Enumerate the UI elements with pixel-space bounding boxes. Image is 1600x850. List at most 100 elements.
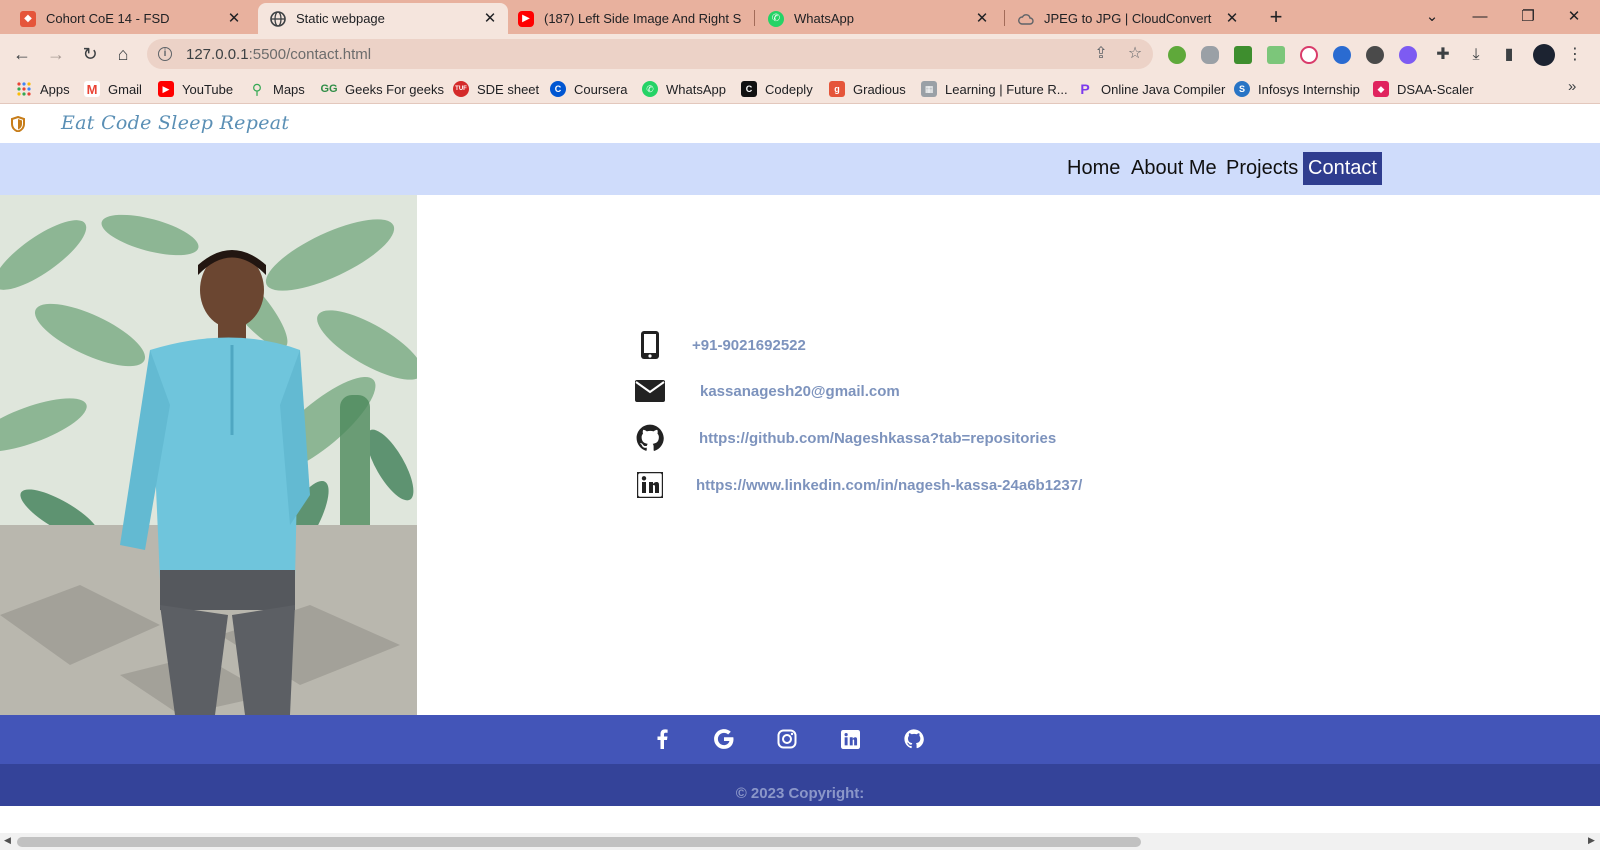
brand-logo-text[interactable]: Eat Code Sleep Repeat <box>61 112 289 134</box>
contact-linkedin-row: https://www.linkedin.com/in/nagesh-kassa… <box>634 469 1082 501</box>
side-panel-icon[interactable]: ▮ <box>1498 44 1520 66</box>
scrollbar-thumb[interactable] <box>17 837 1141 847</box>
tab-cohort[interactable]: ◆ Cohort CoE 14 - FSD ✕ <box>8 3 252 34</box>
compiler-icon: P <box>1080 81 1090 97</box>
bookmark-sde-sheet[interactable]: TUF SDE sheet <box>453 81 539 97</box>
contact-github-text[interactable]: https://github.com/Nageshkassa?tab=repos… <box>699 430 1056 447</box>
nav-home-link[interactable]: Home <box>1062 152 1125 185</box>
copyright-text: © 2023 Copyright: <box>735 785 865 802</box>
mobile-phone-icon <box>634 329 666 361</box>
main-navbar: Home About Me Projects Contact <box>0 143 1600 195</box>
envelope-icon <box>634 375 666 407</box>
maps-icon: ⚲ <box>251 80 263 97</box>
bookmark-future-ready[interactable]: ▦ Learning | Future R... <box>921 81 1068 97</box>
extension-purple-icon[interactable] <box>1399 46 1417 64</box>
extension-blue-icon[interactable] <box>1333 46 1351 64</box>
bookmarks-bar: Apps M Gmail ▶ YouTube ⚲ Maps GG Geeks F… <box>0 74 1600 104</box>
bookmark-gfg[interactable]: GG Geeks For geeks <box>320 81 444 97</box>
close-tab-icon[interactable]: ✕ <box>482 10 498 27</box>
extension-chart-icon[interactable] <box>1267 46 1285 64</box>
nav-contact-link[interactable]: Contact <box>1303 152 1382 185</box>
scroll-left-arrow-icon[interactable]: ◀ <box>4 835 11 846</box>
restore-button[interactable]: ❐ <box>1506 4 1550 30</box>
extension-record-icon[interactable] <box>1300 46 1318 64</box>
bookmark-maps[interactable]: ⚲ Maps <box>249 81 305 97</box>
cloud-icon <box>1018 11 1034 27</box>
browser-menu-icon[interactable]: ⋮ <box>1564 44 1586 66</box>
bookmark-whatsapp[interactable]: ✆ WhatsApp <box>642 81 726 97</box>
tab-static-webpage[interactable]: Static webpage ✕ <box>258 3 508 34</box>
bookmark-codeply[interactable]: C Codeply <box>741 81 813 97</box>
tab-whatsapp[interactable]: ✆ WhatsApp ✕ <box>756 3 1000 34</box>
google-icon[interactable] <box>712 727 736 751</box>
brand-bar: Eat Code Sleep Repeat <box>0 105 1600 143</box>
nav-projects-link[interactable]: Projects <box>1221 152 1303 185</box>
download-icon[interactable]: ⤓ <box>1465 44 1487 66</box>
github-icon[interactable] <box>902 727 926 751</box>
instagram-icon[interactable] <box>775 727 799 751</box>
bookmark-gradious[interactable]: g Gradious <box>829 81 906 97</box>
contact-phone-row: +91-9021692522 <box>634 329 806 361</box>
home-button[interactable]: ⌂ <box>111 42 135 66</box>
tab-youtube[interactable]: ▶ (187) Left Side Image And Right S <box>506 3 752 34</box>
contact-phone-text[interactable]: +91-9021692522 <box>692 337 806 354</box>
extension-green-plus-icon[interactable] <box>1168 46 1186 64</box>
shield-icon <box>11 116 25 132</box>
github-icon <box>634 422 666 454</box>
url-text: 127.0.0.1:5500/contact.html <box>186 45 372 63</box>
bookmark-gmail[interactable]: M Gmail <box>84 81 142 97</box>
close-tab-icon[interactable]: ✕ <box>974 10 990 27</box>
nav-about-link[interactable]: About Me <box>1126 152 1222 185</box>
new-tab-button[interactable]: + <box>1264 6 1288 30</box>
bookmark-java-compiler[interactable]: P Online Java Compiler <box>1077 81 1225 97</box>
close-window-button[interactable]: ✕ <box>1552 4 1596 30</box>
linkedin-icon[interactable] <box>838 727 862 751</box>
facebook-icon[interactable] <box>650 727 674 751</box>
footer-social-bar <box>0 715 1600 764</box>
contact-email-text[interactable]: kassanagesh20@gmail.com <box>700 383 900 400</box>
tab-search-icon[interactable]: ⌄ <box>1410 4 1454 30</box>
horizontal-scrollbar[interactable]: ◀ ▶ <box>0 833 1600 850</box>
extension-bug-icon[interactable] <box>1201 46 1219 64</box>
whatsapp-icon: ✆ <box>642 81 658 97</box>
tab-separator <box>754 10 755 26</box>
whatsapp-icon: ✆ <box>768 10 784 27</box>
bookmark-dsaa-scaler[interactable]: ◆ DSAA-Scaler <box>1373 81 1474 97</box>
globe-icon <box>270 10 286 27</box>
tab-cloudconvert[interactable]: JPEG to JPG | CloudConvert ✕ <box>1006 3 1250 34</box>
contact-github-row: https://github.com/Nageshkassa?tab=repos… <box>634 422 1056 454</box>
web-page: Eat Code Sleep Repeat Home About Me Proj… <box>0 105 1600 810</box>
contact-linkedin-text[interactable]: https://www.linkedin.com/in/nagesh-kassa… <box>696 477 1082 494</box>
reload-button[interactable]: ↻ <box>78 42 102 66</box>
address-bar[interactable]: i 127.0.0.1:5500/contact.html ⇪ ☆ <box>147 39 1153 69</box>
extension-html-icon[interactable] <box>1234 46 1252 64</box>
bookmark-youtube[interactable]: ▶ YouTube <box>158 81 233 97</box>
close-tab-icon[interactable]: ✕ <box>226 10 242 27</box>
extensions-puzzle-icon[interactable]: ✚ <box>1432 44 1454 66</box>
tuf-icon: TUF <box>453 81 469 97</box>
gfg-icon: GG <box>320 83 338 95</box>
bookmark-star-icon[interactable]: ☆ <box>1127 46 1143 62</box>
profile-photo <box>0 195 417 715</box>
more-bookmarks-icon[interactable]: » <box>1568 78 1576 95</box>
youtube-icon: ▶ <box>158 81 174 97</box>
infosys-icon: S <box>1234 81 1250 97</box>
bookmark-coursera[interactable]: C Coursera <box>550 81 627 97</box>
share-icon[interactable]: ⇪ <box>1093 46 1109 62</box>
tab-strip: ◆ Cohort CoE 14 - FSD ✕ Static webpage ✕… <box>0 0 1600 34</box>
forward-button[interactable]: → <box>44 42 68 66</box>
apps-grid-icon <box>16 81 32 97</box>
scroll-right-arrow-icon[interactable]: ▶ <box>1588 835 1595 846</box>
gmail-icon: M <box>84 81 100 97</box>
browser-toolbar: ← → ↻ ⌂ i 127.0.0.1:5500/contact.html ⇪ … <box>0 34 1600 74</box>
extension-dark-icon[interactable] <box>1366 46 1384 64</box>
youtube-icon: ▶ <box>518 10 534 27</box>
profile-avatar[interactable] <box>1533 44 1555 66</box>
minimize-button[interactable]: — <box>1458 4 1502 30</box>
bookmark-apps[interactable]: Apps <box>16 81 70 97</box>
close-tab-icon[interactable]: ✕ <box>1224 10 1240 27</box>
site-info-icon[interactable]: i <box>158 47 172 61</box>
bookmark-infosys[interactable]: S Infosys Internship <box>1234 81 1360 97</box>
contact-email-row: kassanagesh20@gmail.com <box>634 375 900 407</box>
back-button[interactable]: ← <box>10 42 34 66</box>
